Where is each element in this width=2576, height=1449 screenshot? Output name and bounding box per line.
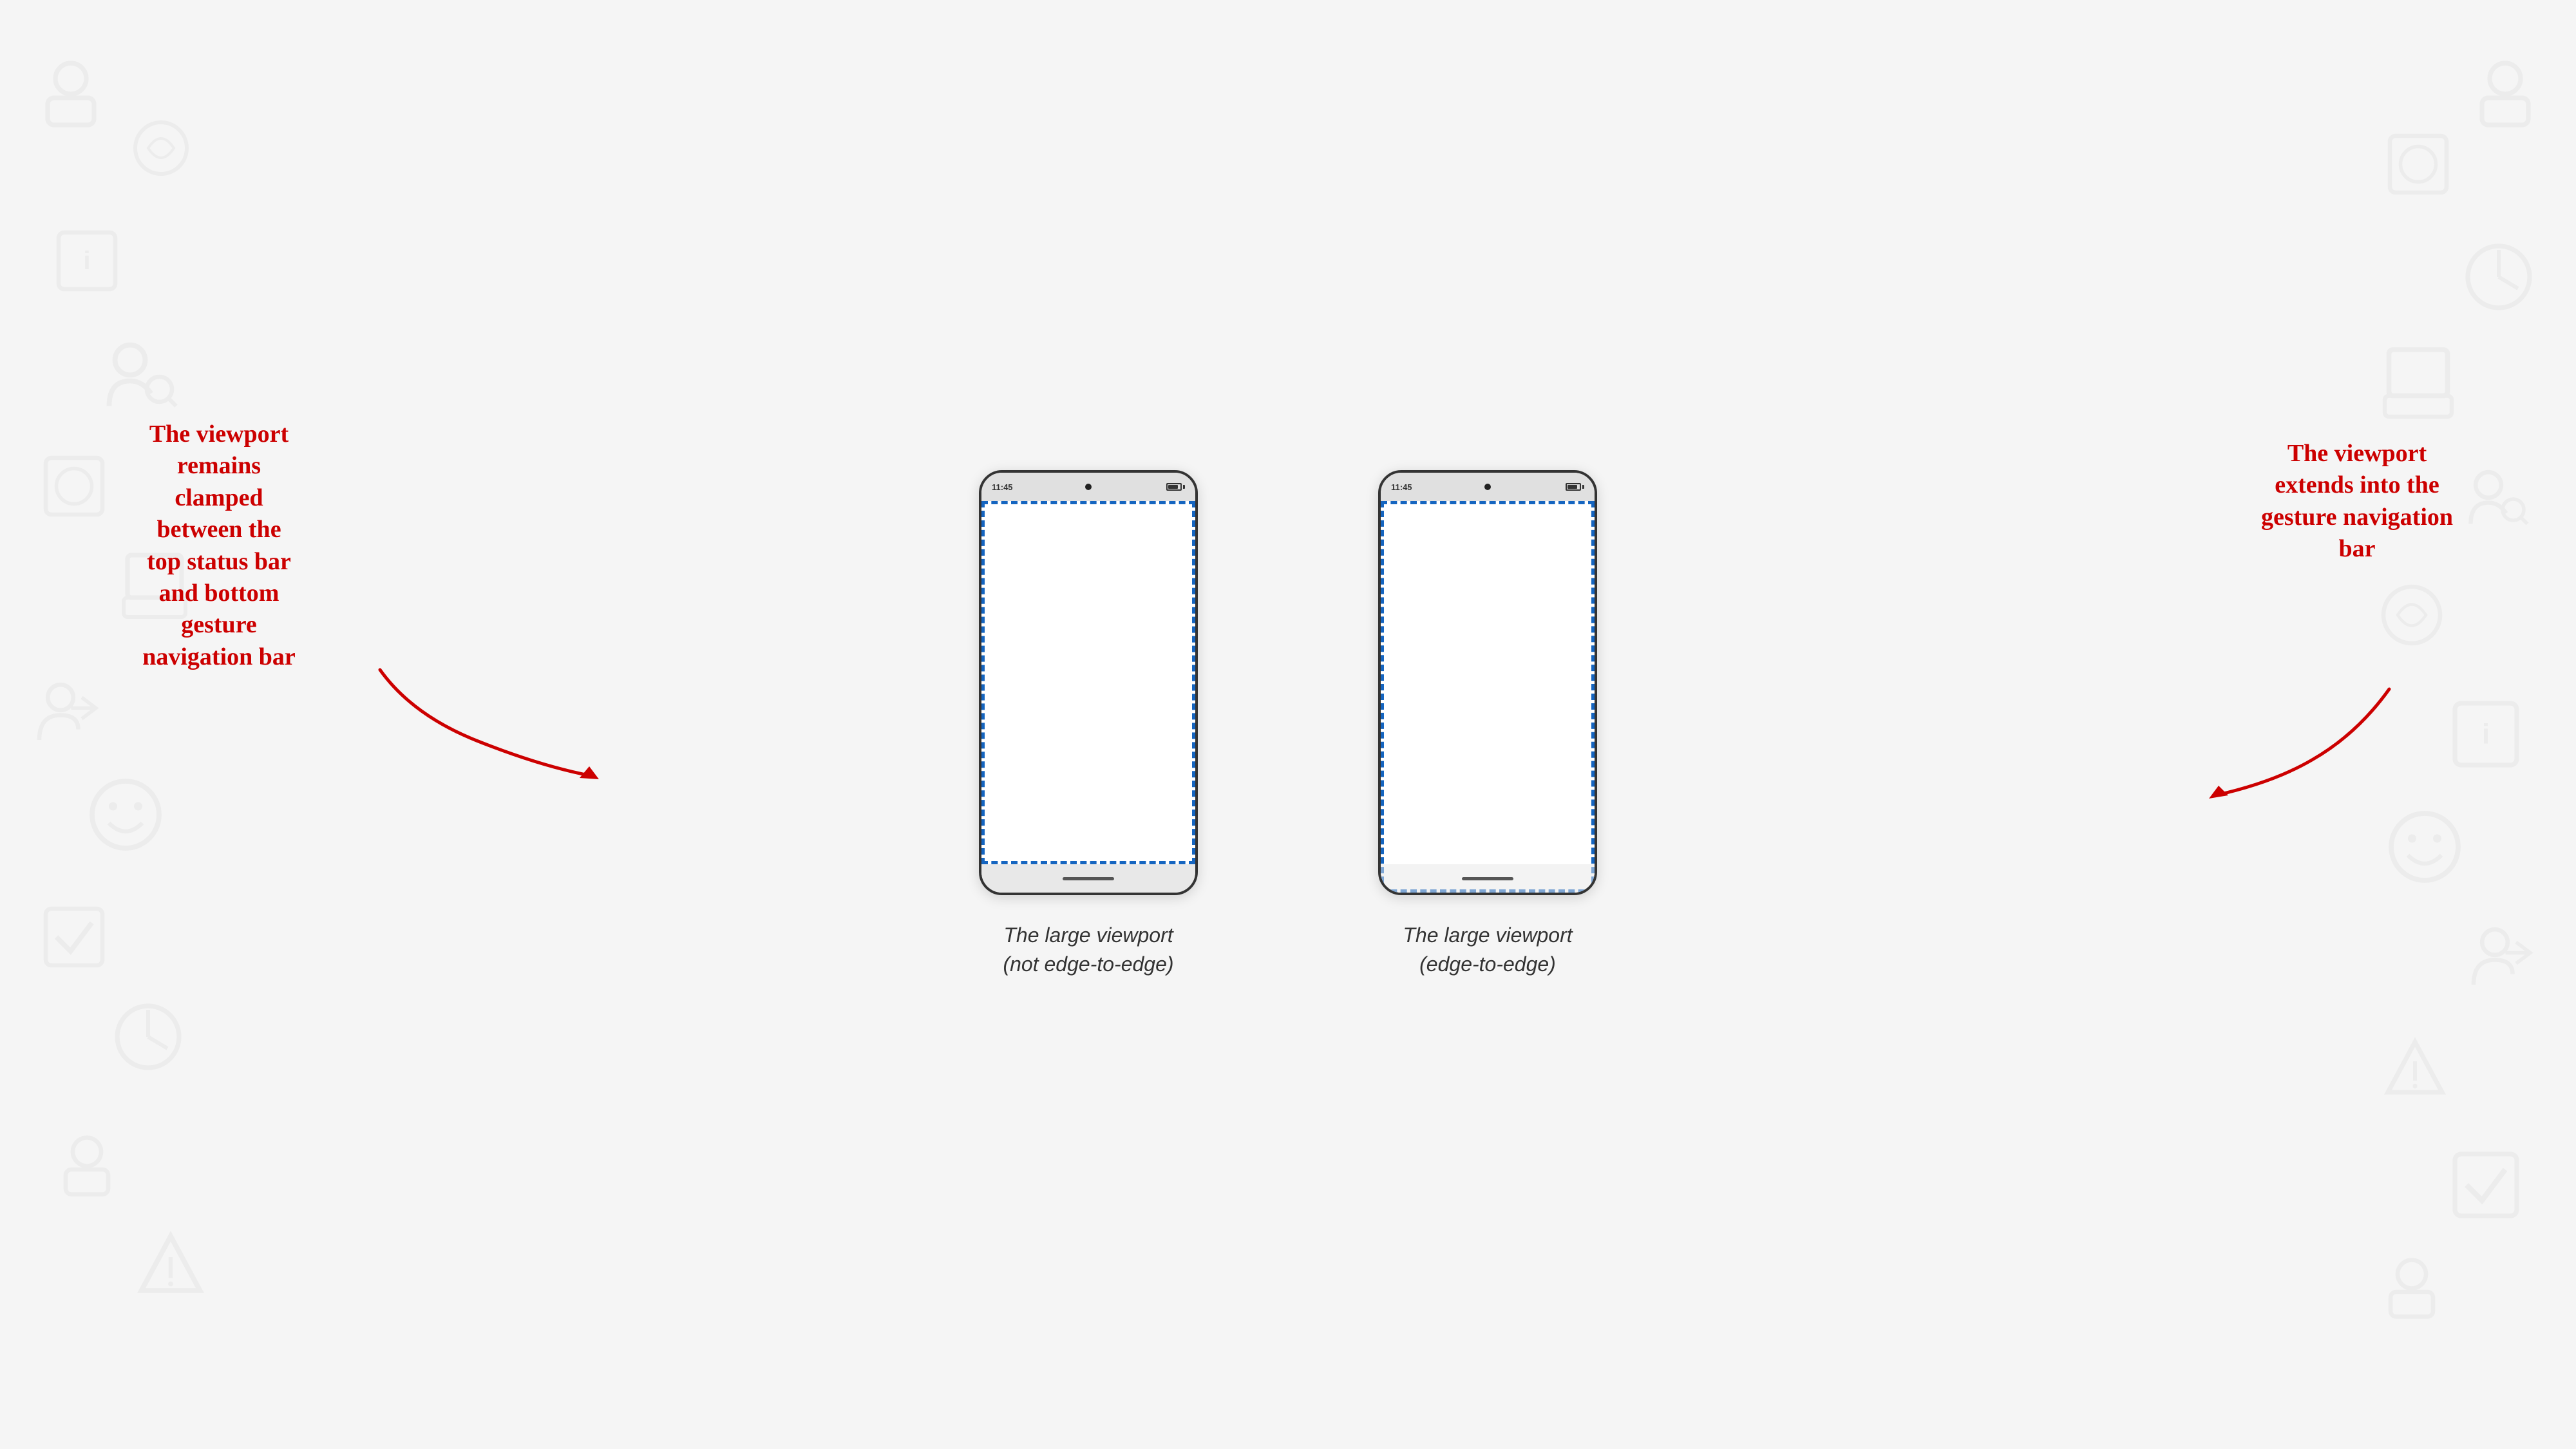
viewport-edge xyxy=(1381,501,1595,893)
phone-caption-not-edge: The large viewport (not edge-to-edge) xyxy=(1003,921,1173,979)
battery-tip xyxy=(1183,485,1185,489)
nav-bar-edge xyxy=(1381,864,1595,893)
phone-caption-edge: The large viewport (edge-to-edge) xyxy=(1403,921,1572,979)
camera-dot-not-edge xyxy=(1085,484,1092,490)
nav-indicator-not-edge xyxy=(1063,877,1114,880)
nav-bar-not-edge xyxy=(981,864,1195,893)
battery-icon-edge xyxy=(1566,483,1584,491)
status-time-edge: 11:45 xyxy=(1391,482,1412,492)
viewport-not-edge xyxy=(981,501,1195,864)
status-bar-not-edge: 11:45 xyxy=(981,473,1195,501)
battery-icon-not-edge xyxy=(1166,483,1185,491)
nav-indicator-edge xyxy=(1462,877,1513,880)
main-content: 11:45 The large viewport (not edge-to-ed… xyxy=(0,0,2576,1449)
status-time-not-edge: 11:45 xyxy=(992,482,1013,492)
status-bar-edge: 11:45 xyxy=(1381,473,1595,501)
battery-tip-edge xyxy=(1582,485,1584,489)
annotation-left: The viewport remains clamped between the… xyxy=(52,419,386,673)
battery-fill-edge xyxy=(1567,485,1577,489)
camera-dot-edge xyxy=(1484,484,1491,490)
battery-body-edge xyxy=(1566,483,1581,491)
phone-mockup-not-edge: 11:45 xyxy=(979,470,1198,895)
battery-fill xyxy=(1168,485,1178,489)
phone-container-not-edge: 11:45 The large viewport (not edge-to-ed… xyxy=(979,470,1198,979)
battery-body xyxy=(1166,483,1182,491)
annotation-right: The viewport extends into the gesture na… xyxy=(2202,438,2512,565)
phone-container-edge: 11:45 The large viewport (edge-to-edge) xyxy=(1378,470,1597,979)
phone-mockup-edge: 11:45 xyxy=(1378,470,1597,895)
